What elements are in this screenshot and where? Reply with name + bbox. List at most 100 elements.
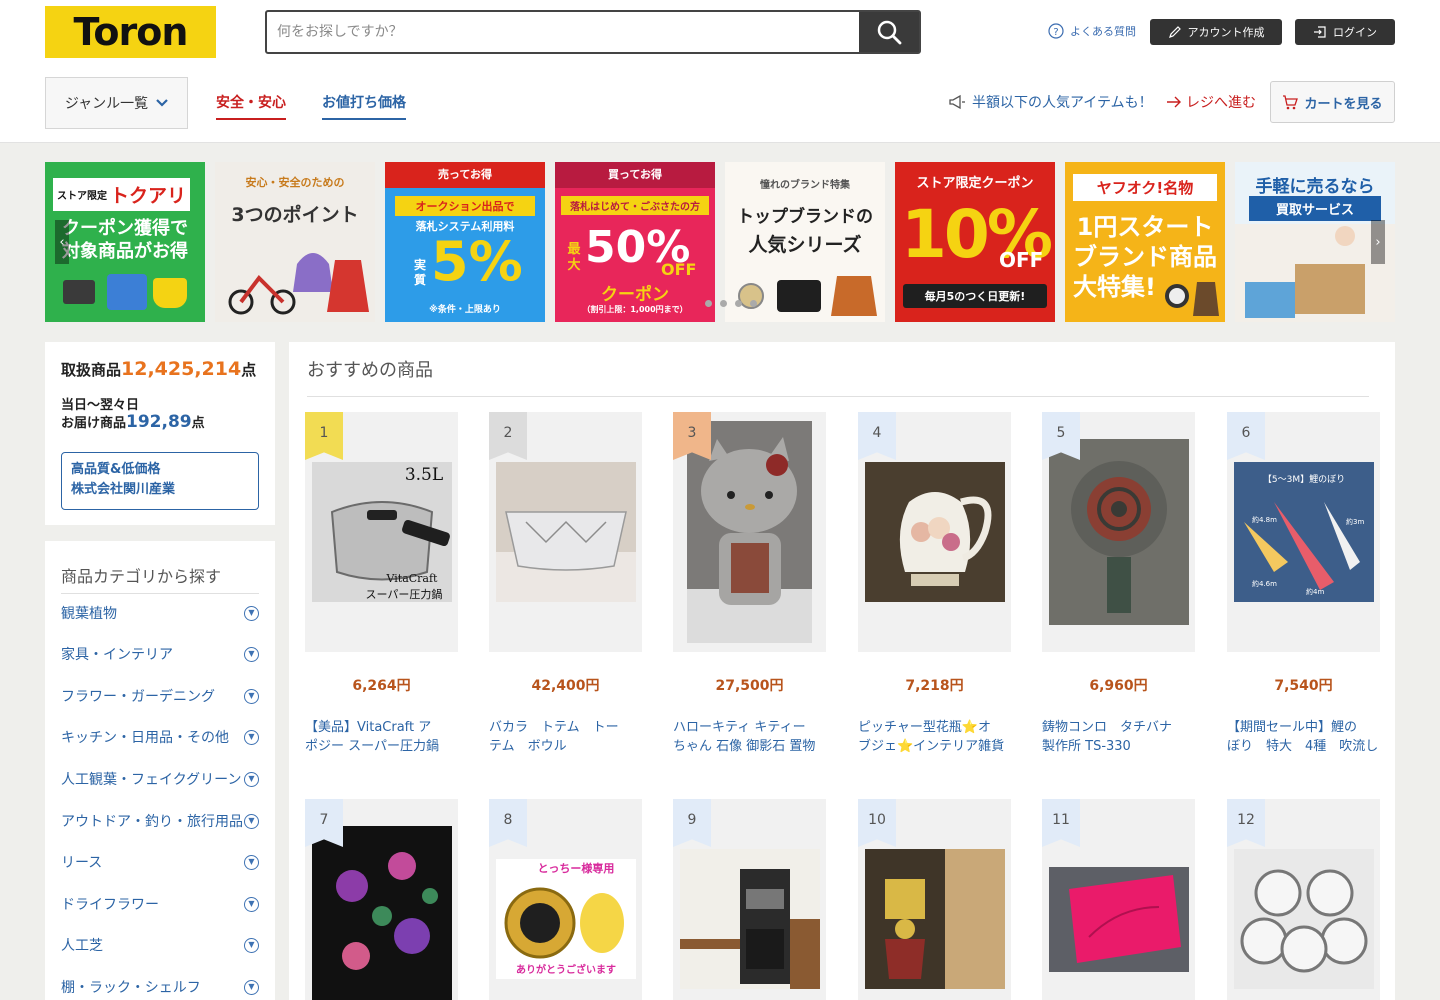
banner-text: 毎月5のつく日更新! xyxy=(903,284,1047,308)
category-label: ドライフラワー xyxy=(61,897,159,913)
carousel-next-button[interactable]: › xyxy=(1371,220,1385,264)
product-name-line: 製作所 TS-330 xyxy=(1042,739,1131,754)
category-item[interactable]: キッチン・日用品・その他 ▼ xyxy=(61,727,259,747)
product-price: 6,264円 xyxy=(352,678,411,694)
search-button[interactable] xyxy=(859,12,919,52)
banner-text: 人気シリーズ xyxy=(748,234,862,256)
category-item[interactable]: リース ▼ xyxy=(61,852,259,872)
banner-text: ヤフオク!名物 xyxy=(1073,174,1217,201)
product-name[interactable]: バカラ トテム トー テム ボウル xyxy=(489,718,642,756)
category-item[interactable]: 人工芝 ▼ xyxy=(61,935,259,955)
login-label: ログイン xyxy=(1333,26,1377,39)
carousel-prev-button[interactable]: ‹ xyxy=(55,220,69,264)
banner-text: ブランド商品 xyxy=(1073,243,1217,271)
banner-text: ストア限定クーポン xyxy=(916,176,1034,191)
chevron-down-icon: ▼ xyxy=(244,854,259,870)
chevron-down-icon: ▼ xyxy=(244,646,259,662)
category-item[interactable]: 人工観葉・フェイクグリーン ▼ xyxy=(61,769,259,789)
stats-panel: 取扱商品 12,425,214 点 当日〜翌々日 お届け商品 192,89 点 … xyxy=(45,342,275,525)
product-price: 6,960円 xyxy=(1089,678,1148,694)
product-image-text: 3.5L xyxy=(404,465,442,485)
company-link[interactable]: 高品質&低価格 株式会社関川産業 xyxy=(61,452,259,510)
search-input[interactable] xyxy=(267,12,859,52)
checkout-link[interactable]: レジへ進む xyxy=(1166,92,1256,112)
checkout-label: レジへ進む xyxy=(1186,95,1256,111)
category-label: キッチン・日用品・その他 xyxy=(61,730,229,746)
product-name-line: ブジェ⭐インテリア雑貨 xyxy=(858,739,1005,754)
banner-text: OFF xyxy=(661,260,697,279)
banner-text: 実質 xyxy=(413,258,426,287)
category-item[interactable]: ドライフラワー ▼ xyxy=(61,894,259,914)
genre-dropdown[interactable]: ジャンル一覧 xyxy=(45,77,188,129)
total-unit: 点 xyxy=(241,361,257,379)
login-button[interactable]: ログイン xyxy=(1295,19,1395,45)
carousel-dot[interactable] xyxy=(705,300,712,307)
banner-sell-deal[interactable]: 売ってお得 オークション出品で 落札システム利用料 実質 5% ※条件・上限あり xyxy=(385,162,545,322)
product-name-line: テム ボウル xyxy=(489,739,567,754)
banner-one-yen-start[interactable]: ヤフオク!名物 1円スタート ブランド商品 大特集! xyxy=(1065,162,1225,322)
category-item[interactable]: フラワー・ガーデニング ▼ xyxy=(61,686,259,706)
chevron-down-icon: ▼ xyxy=(244,688,259,704)
signup-button[interactable]: アカウント作成 xyxy=(1150,19,1282,45)
banner-brand-series[interactable]: 憧れのブランド特集 トップブランドの 人気シリーズ xyxy=(725,162,885,322)
banner-text: 憧れのブランド特集 xyxy=(760,180,850,191)
signup-label: アカウント作成 xyxy=(1187,26,1265,39)
banner-safety-points[interactable]: 安心・安全のための 3つのポイント xyxy=(215,162,375,322)
product-image-text: VitaCraft xyxy=(385,572,438,585)
product-name-line: ハローキティ キティー xyxy=(673,720,806,735)
faq-link[interactable]: ? よくある質問 xyxy=(1048,23,1136,39)
category-label: リース xyxy=(61,855,103,871)
carousel-dot[interactable] xyxy=(750,300,757,307)
search-icon xyxy=(877,20,902,45)
svg-text:?: ? xyxy=(1053,27,1058,38)
banner-text: 3つのポイント xyxy=(231,204,359,226)
cart-icon xyxy=(1283,94,1299,109)
product-image-text: ありがとうございます xyxy=(516,963,616,976)
carousel-dot[interactable] xyxy=(735,300,742,307)
category-item[interactable]: 棚・ラック・シェルフ ▼ xyxy=(61,977,259,997)
banner-text: 買取サービス xyxy=(1249,196,1381,221)
banner-text: オークション出品で xyxy=(395,196,535,216)
product-name-line: 【期間セール中】鯉の xyxy=(1227,720,1358,735)
banner-text: ストア限定 xyxy=(57,191,107,202)
carousel-dot[interactable] xyxy=(720,300,727,307)
chevron-down-icon: ▼ xyxy=(244,937,259,953)
banner-text: クーポン獲得で xyxy=(62,218,188,239)
product-name[interactable]: 鋳物コンロ タチバナ 製作所 TS-330 xyxy=(1042,718,1195,756)
product-name-line: ポジー スーパー圧力鍋 xyxy=(305,739,440,754)
chevron-down-icon: ▼ xyxy=(244,896,259,912)
category-panel: 商品カテゴリから探す 観葉植物 ▼ 家具・インテリア ▼ フラワー・ガーデニング ▼ … xyxy=(45,541,275,1000)
total-items-stat: 取扱商品 12,425,214 点 xyxy=(61,358,256,380)
banner-text: 手軽に売るなら xyxy=(1255,177,1375,197)
banner-tokuari-tag: ストア限定 トクアリ xyxy=(53,178,191,211)
product-name[interactable]: 【美品】VitaCraft アポジー スーパー圧力鍋 xyxy=(305,718,458,756)
pencil-icon xyxy=(1168,26,1181,38)
product-image-text: とっちー様専用 xyxy=(537,861,614,875)
category-item[interactable]: 観葉植物 ▼ xyxy=(61,603,259,623)
product-name[interactable]: ピッチャー型花瓶⭐オ ブジェ⭐インテリア雑貨 xyxy=(858,718,1011,756)
banner-text: 10% xyxy=(901,196,1053,273)
nav-bargain[interactable]: お値打ち価格 xyxy=(322,92,406,120)
banner-tokuari[interactable]: ストア限定 トクアリ クーポン獲得で 対象商品がお得 xyxy=(45,162,205,322)
product-image-text: 約3m xyxy=(1346,517,1364,526)
product-name[interactable]: ハローキティ キティー ちゃん 石像 御影石 置物 xyxy=(673,718,826,756)
banner-text: ※条件・上限あり xyxy=(429,305,501,315)
banner-text: OFF xyxy=(999,248,1044,272)
banner-store-coupon[interactable]: ストア限定クーポン 10% OFF 毎月5のつく日更新! xyxy=(895,162,1055,322)
product-price: 42,400円 xyxy=(531,678,600,694)
banner-text: 売ってお得 xyxy=(385,162,545,188)
chevron-down-icon: ▼ xyxy=(244,813,259,829)
promo-link[interactable]: 半額以下の人気アイテムも！ xyxy=(948,92,1153,112)
company-line: 高品質&低価格 xyxy=(71,462,161,477)
product-image-text: スーパー圧力鍋 xyxy=(365,587,442,601)
watch-bag-image xyxy=(1165,282,1219,316)
nav-safety[interactable]: 安全・安心 xyxy=(216,92,286,120)
banner-buy-deal[interactable]: 買ってお得 落札はじめて・ごぶさたの方 最大 50% OFF クーポン （割引上… xyxy=(555,162,715,322)
logo[interactable]: Toron xyxy=(45,6,216,58)
cart-button[interactable]: カートを見る xyxy=(1270,81,1395,123)
banner-text: トクアリ xyxy=(110,185,187,207)
category-item[interactable]: アウトドア・釣り・旅行用品 ▼ xyxy=(61,811,259,831)
product-name[interactable]: 【期間セール中】鯉の ぼり 特大 4種 吹流し xyxy=(1227,718,1380,756)
category-item[interactable]: 家具・インテリア ▼ xyxy=(61,644,259,664)
banner-text: （割引上限：1,000円まで） xyxy=(582,305,688,314)
